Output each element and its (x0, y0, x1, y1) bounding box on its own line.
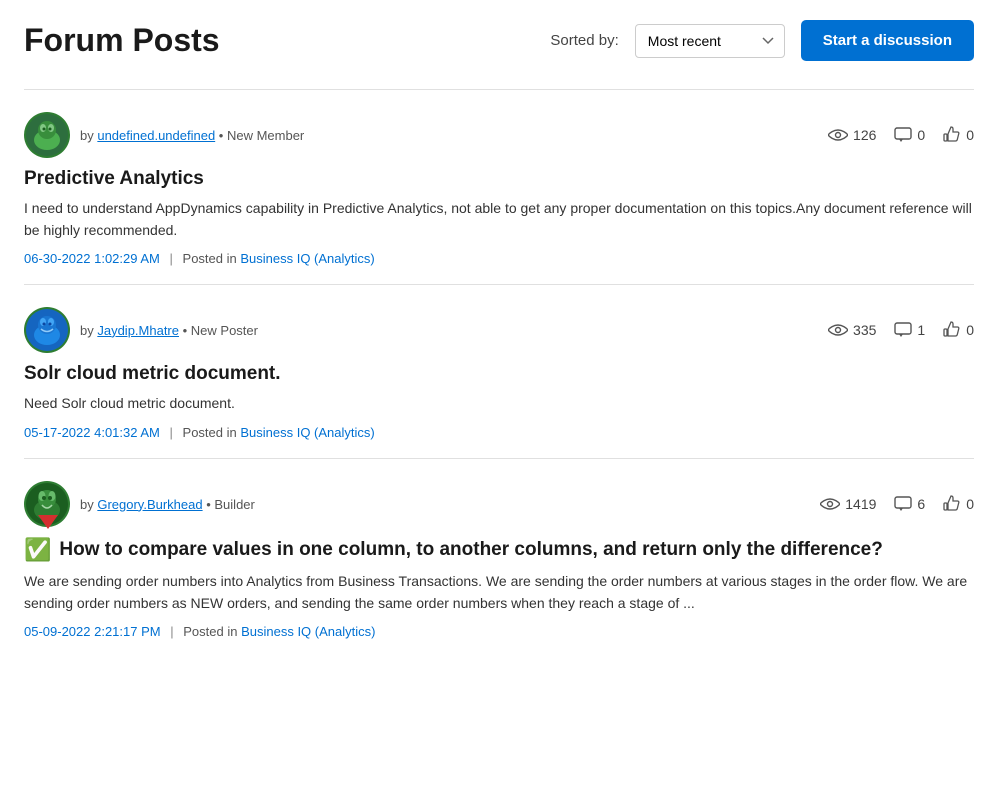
solved-icon: ✅ (24, 537, 51, 563)
post-item: by Gregory.Burkhead • Builder 1419 (24, 458, 974, 657)
comments-count: 6 (917, 496, 925, 512)
post-meta-row: by Gregory.Burkhead • Builder 1419 (24, 481, 974, 527)
post-body: We are sending order numbers into Analyt… (24, 571, 974, 614)
views-stat: 1419 (820, 496, 876, 512)
new-indicator (38, 515, 58, 529)
views-icon (828, 323, 848, 337)
comments-stat: 6 (894, 496, 925, 512)
posted-in-label: Posted in (183, 251, 241, 266)
author-info: by Jaydip.Mhatre • New Poster (80, 323, 258, 338)
author-info: by undefined.undefined • New Member (80, 128, 304, 143)
post-timestamp: 06-30-2022 1:02:29 AM (24, 251, 160, 266)
page-title: Forum Posts (24, 22, 220, 59)
likes-stat: 0 (943, 126, 974, 144)
post-meta-row: by Jaydip.Mhatre • New Poster 335 (24, 307, 974, 353)
sorted-by-label: Sorted by: (550, 32, 618, 49)
posted-in-link[interactable]: Business IQ (Analytics) (240, 425, 374, 440)
comments-stat: 0 (894, 127, 925, 143)
post-title[interactable]: ✅ How to compare values in one column, t… (24, 537, 974, 563)
likes-count: 0 (966, 127, 974, 143)
start-discussion-button[interactable]: Start a discussion (801, 20, 974, 61)
views-count: 335 (853, 322, 876, 338)
views-icon (828, 128, 848, 142)
post-footer: 05-09-2022 2:21:17 PM | Posted in Busine… (24, 624, 974, 639)
comments-count: 1 (917, 322, 925, 338)
avatar (24, 307, 70, 353)
post-stats: 1419 6 (820, 495, 974, 513)
author-name[interactable]: undefined.undefined (97, 128, 215, 143)
author-name[interactable]: Jaydip.Mhatre (97, 323, 179, 338)
likes-stat: 0 (943, 321, 974, 339)
post-item: by Jaydip.Mhatre • New Poster 335 (24, 284, 974, 458)
posted-in-link[interactable]: Business IQ (Analytics) (240, 251, 374, 266)
likes-count: 0 (966, 322, 974, 338)
post-item: by undefined.undefined • New Member (24, 89, 974, 284)
views-count: 1419 (845, 496, 876, 512)
avatar (24, 112, 70, 158)
post-list: by undefined.undefined • New Member (24, 89, 974, 657)
separator: | (170, 251, 173, 266)
post-footer: 05-17-2022 4:01:32 AM | Posted in Busine… (24, 425, 974, 440)
post-meta-row: by undefined.undefined • New Member (24, 112, 974, 158)
post-title-link[interactable]: How to compare values in one column, to … (59, 539, 882, 561)
post-title[interactable]: Predictive Analytics (24, 168, 974, 190)
post-author-area: by Gregory.Burkhead • Builder (24, 481, 255, 527)
comments-stat: 1 (894, 322, 925, 338)
post-body: Need Solr cloud metric document. (24, 393, 974, 415)
posted-in-label: Posted in (183, 624, 241, 639)
post-timestamp: 05-17-2022 4:01:32 AM (24, 425, 160, 440)
sort-select[interactable]: Most recentOldestMost likedMost viewed (635, 24, 785, 58)
likes-count: 0 (966, 496, 974, 512)
page-header: Forum Posts Sorted by: Most recentOldest… (24, 20, 974, 61)
post-title-link[interactable]: Solr cloud metric document. (24, 363, 281, 384)
comment-icon (894, 127, 912, 143)
post-author-area: by undefined.undefined • New Member (24, 112, 304, 158)
post-stats: 335 1 (828, 321, 974, 339)
posted-in-link[interactable]: Business IQ (Analytics) (241, 624, 375, 639)
post-body: I need to understand AppDynamics capabil… (24, 198, 974, 241)
likes-stat: 0 (943, 495, 974, 513)
author-name[interactable]: Gregory.Burkhead (97, 497, 202, 512)
like-icon (943, 495, 961, 513)
post-timestamp: 05-09-2022 2:21:17 PM (24, 624, 161, 639)
views-stat: 335 (828, 322, 876, 338)
like-icon (943, 126, 961, 144)
views-count: 126 (853, 127, 876, 143)
comment-icon (894, 322, 912, 338)
author-badge: New Poster (191, 323, 258, 338)
author-info: by Gregory.Burkhead • Builder (80, 497, 255, 512)
author-badge: New Member (227, 128, 304, 143)
views-icon (820, 497, 840, 511)
post-footer: 06-30-2022 1:02:29 AM | Posted in Busine… (24, 251, 974, 266)
like-icon (943, 321, 961, 339)
posted-in-label: Posted in (183, 425, 241, 440)
author-badge: Builder (214, 497, 254, 512)
header-controls: Sorted by: Most recentOldestMost likedMo… (550, 20, 974, 61)
separator: | (170, 624, 173, 639)
comment-icon (894, 496, 912, 512)
views-stat: 126 (828, 127, 876, 143)
comments-count: 0 (917, 127, 925, 143)
post-stats: 126 0 (828, 126, 974, 144)
post-title-link[interactable]: Predictive Analytics (24, 168, 204, 189)
post-author-area: by Jaydip.Mhatre • New Poster (24, 307, 258, 353)
separator: | (170, 425, 173, 440)
post-title[interactable]: Solr cloud metric document. (24, 363, 974, 385)
